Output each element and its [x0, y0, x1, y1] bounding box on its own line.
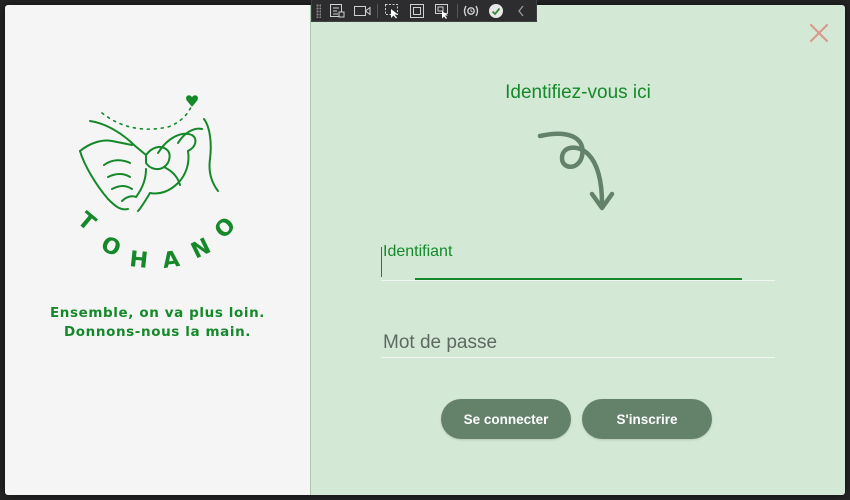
- username-underline: [381, 280, 775, 281]
- password-input[interactable]: [381, 325, 779, 369]
- drag-grip-icon[interactable]: [316, 3, 322, 18]
- close-icon[interactable]: [808, 22, 830, 44]
- password-field[interactable]: Mot de passe: [381, 325, 779, 369]
- logo-letter: H: [128, 247, 149, 274]
- track-focused-element-icon[interactable]: [432, 2, 452, 20]
- binding-ok-icon[interactable]: [486, 2, 506, 20]
- display-layout-adorners-icon[interactable]: [407, 2, 427, 20]
- logo-letter: T: [72, 208, 100, 237]
- tagline-line-2: Donnons-nous la main.: [63, 324, 252, 340]
- username-focus-underline: [415, 278, 742, 280]
- logo-letter: N: [187, 234, 215, 265]
- screen: T O H A N O Ensemble, on va plus loin. D…: [0, 0, 850, 500]
- login-title: Identifiez-vous ici: [505, 82, 651, 103]
- record-video-icon[interactable]: [352, 2, 372, 20]
- signup-button[interactable]: S'inscrire: [582, 399, 712, 439]
- select-element-icon[interactable]: [382, 2, 402, 20]
- login-dialog: T O H A N O Ensemble, on va plus loin. D…: [5, 5, 845, 495]
- debug-toolbar: [311, 0, 537, 22]
- curly-arrow-icon: [537, 131, 615, 211]
- password-underline: [381, 357, 775, 358]
- brand-panel: T O H A N O Ensemble, on va plus loin. D…: [5, 5, 310, 495]
- live-visual-tree-icon[interactable]: [327, 2, 347, 20]
- logo-letter: A: [161, 247, 181, 274]
- username-field[interactable]: Identifiant: [381, 233, 779, 285]
- hot-reload-icon[interactable]: [461, 2, 481, 20]
- toolbar-separator: [377, 3, 378, 18]
- tohano-logo: T O H A N O: [72, 95, 241, 274]
- logo-letter: O: [97, 232, 124, 262]
- toolbar-separator: [456, 3, 458, 18]
- collapse-chevron-icon[interactable]: [511, 2, 531, 20]
- logo-letter: O: [210, 213, 241, 244]
- login-panel: Identifiez-vous ici Identifiant Mot de p…: [310, 5, 845, 495]
- tagline-line-1: Ensemble, on va plus loin.: [49, 305, 266, 321]
- login-button[interactable]: Se connecter: [441, 399, 571, 439]
